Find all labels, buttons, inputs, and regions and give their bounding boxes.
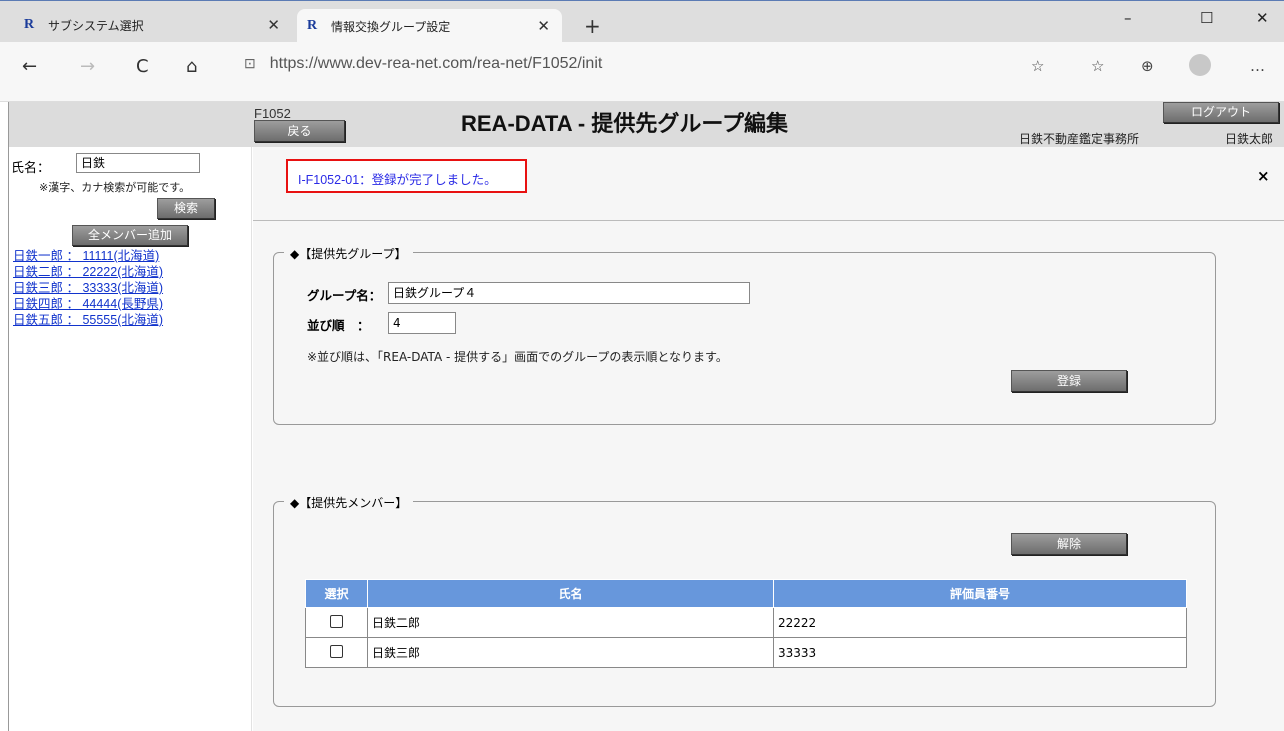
row-checkbox[interactable] [330, 644, 343, 658]
close-tab-icon[interactable]: ✕ [537, 17, 550, 35]
row-checkbox[interactable] [330, 614, 343, 628]
group-fieldset: ◆【提供先グループ】 グループ名： 日鉄グループ４ 並び順 ： 4 ※並び順は、… [273, 245, 1216, 425]
user-name: 日鉄太郎 [1225, 132, 1274, 146]
back-button[interactable]: 戻る [254, 120, 345, 142]
add-favorite-icon[interactable]: ☆ [1031, 57, 1044, 75]
select-cell [305, 637, 368, 668]
search-button[interactable]: 検索 [157, 198, 215, 219]
members-table: 選択 氏名 評価員番号 日鉄二郎 22222 日鉄三郎 33333 [305, 579, 1187, 668]
add-all-members-button[interactable]: 全メンバー追加 [72, 225, 188, 246]
reload-icon[interactable]: C [136, 56, 149, 77]
window-close-icon[interactable]: ✕ [1256, 9, 1269, 27]
member-search-sidebar: 氏名： 日鉄 ※漢字、カナ検索が可能です。 検索 全メンバー追加 日鉄一郎 ： … [9, 147, 252, 731]
table-row: 日鉄二郎 22222 [305, 607, 1187, 638]
profile-avatar[interactable] [1189, 54, 1211, 76]
page: F1052 戻る REA-DATA - 提供先グループ編集 ログアウト 日鉄不動… [8, 102, 1284, 731]
close-message-icon[interactable]: × [1257, 167, 1270, 185]
main-content: I-F1052-01：登録が完了しました。 × ◆【提供先グループ】 グループ名… [253, 147, 1284, 731]
member-name-cell: 日鉄三郎 [367, 637, 774, 668]
more-icon[interactable]: … [1250, 57, 1265, 75]
register-button[interactable]: 登録 [1011, 370, 1127, 392]
page-title: REA-DATA - 提供先グループ編集 [461, 111, 789, 136]
member-name-cell: 日鉄二郎 [367, 607, 774, 638]
column-header-select: 選択 [305, 579, 368, 608]
url-text: https://www.dev-rea-net.com/rea-net/F105… [269, 55, 603, 72]
back-icon[interactable]: ← [22, 56, 37, 77]
rea-favicon-icon: R [307, 18, 318, 33]
display-order-input[interactable]: 4 [388, 312, 456, 334]
favorites-icon[interactable]: ☆ [1091, 57, 1104, 75]
tab-label: サブシステム選択 [48, 18, 144, 33]
group-legend: ◆【提供先グループ】 [284, 245, 413, 262]
browser-tab-subsystem[interactable]: R サブシステム選択 ✕ [24, 11, 294, 39]
logout-button[interactable]: ログアウト [1163, 102, 1279, 123]
divider [253, 220, 1284, 221]
collections-icon[interactable]: ⊕ [1141, 57, 1154, 75]
member-number-cell: 33333 [773, 637, 1187, 668]
tab-label: 情報交換グループ設定 [331, 19, 451, 34]
minimize-icon[interactable]: – [1124, 9, 1132, 27]
name-label: 氏名： [11, 161, 51, 176]
column-header-number: 評価員番号 [773, 579, 1187, 608]
page-header: F1052 戻る REA-DATA - 提供先グループ編集 ログアウト 日鉄不動… [9, 102, 1284, 147]
display-order-note: ※並び順は、「REA-DATA - 提供する」画面でのグループの表示順となります… [307, 350, 728, 364]
member-number-cell: 22222 [773, 607, 1187, 638]
browser-tab-group-settings[interactable]: R 情報交換グループ設定 ✕ [297, 9, 562, 43]
name-search-input[interactable]: 日鉄 [76, 153, 200, 173]
close-tab-icon[interactable]: ✕ [267, 16, 280, 34]
new-tab-icon[interactable]: + [584, 14, 601, 38]
members-legend: ◆【提供先メンバー】 [284, 494, 414, 511]
url-field[interactable]: ⊡ https://www.dev-rea-net.com/rea-net/F10… [244, 55, 602, 73]
search-note: ※漢字、カナ検索が可能です。 [39, 181, 191, 194]
group-name-input[interactable]: 日鉄グループ４ [388, 282, 750, 304]
members-fieldset: ◆【提供先メンバー】 解除 選択 氏名 評価員番号 日鉄二郎 22222 日鉄三… [273, 494, 1216, 707]
rea-favicon-icon: R [24, 17, 35, 32]
forward-icon[interactable]: → [80, 56, 95, 77]
member-link[interactable]: 日鉄五郎 ： 55555(北海道) [13, 309, 163, 328]
release-button[interactable]: 解除 [1011, 533, 1127, 555]
screen-code: F1052 [254, 106, 291, 121]
select-cell [305, 607, 368, 638]
maximize-icon[interactable]: ☐ [1200, 9, 1213, 27]
group-name-label: グループ名： [307, 288, 382, 303]
company-name: 日鉄不動産鑑定事務所 [1019, 132, 1140, 146]
column-header-name: 氏名 [367, 579, 774, 608]
display-order-label: 並び順 ： [307, 318, 370, 333]
lock-icon: ⊡ [244, 55, 256, 71]
completion-message: I-F1052-01：登録が完了しました。 [286, 159, 527, 193]
table-row: 日鉄三郎 33333 [305, 637, 1187, 668]
table-header-row: 選択 氏名 評価員番号 [305, 579, 1187, 608]
browser-address-bar: ← → C ⌂ ⊡ https://www.dev-rea-net.com/rea… [0, 42, 1284, 102]
home-icon[interactable]: ⌂ [186, 56, 197, 77]
